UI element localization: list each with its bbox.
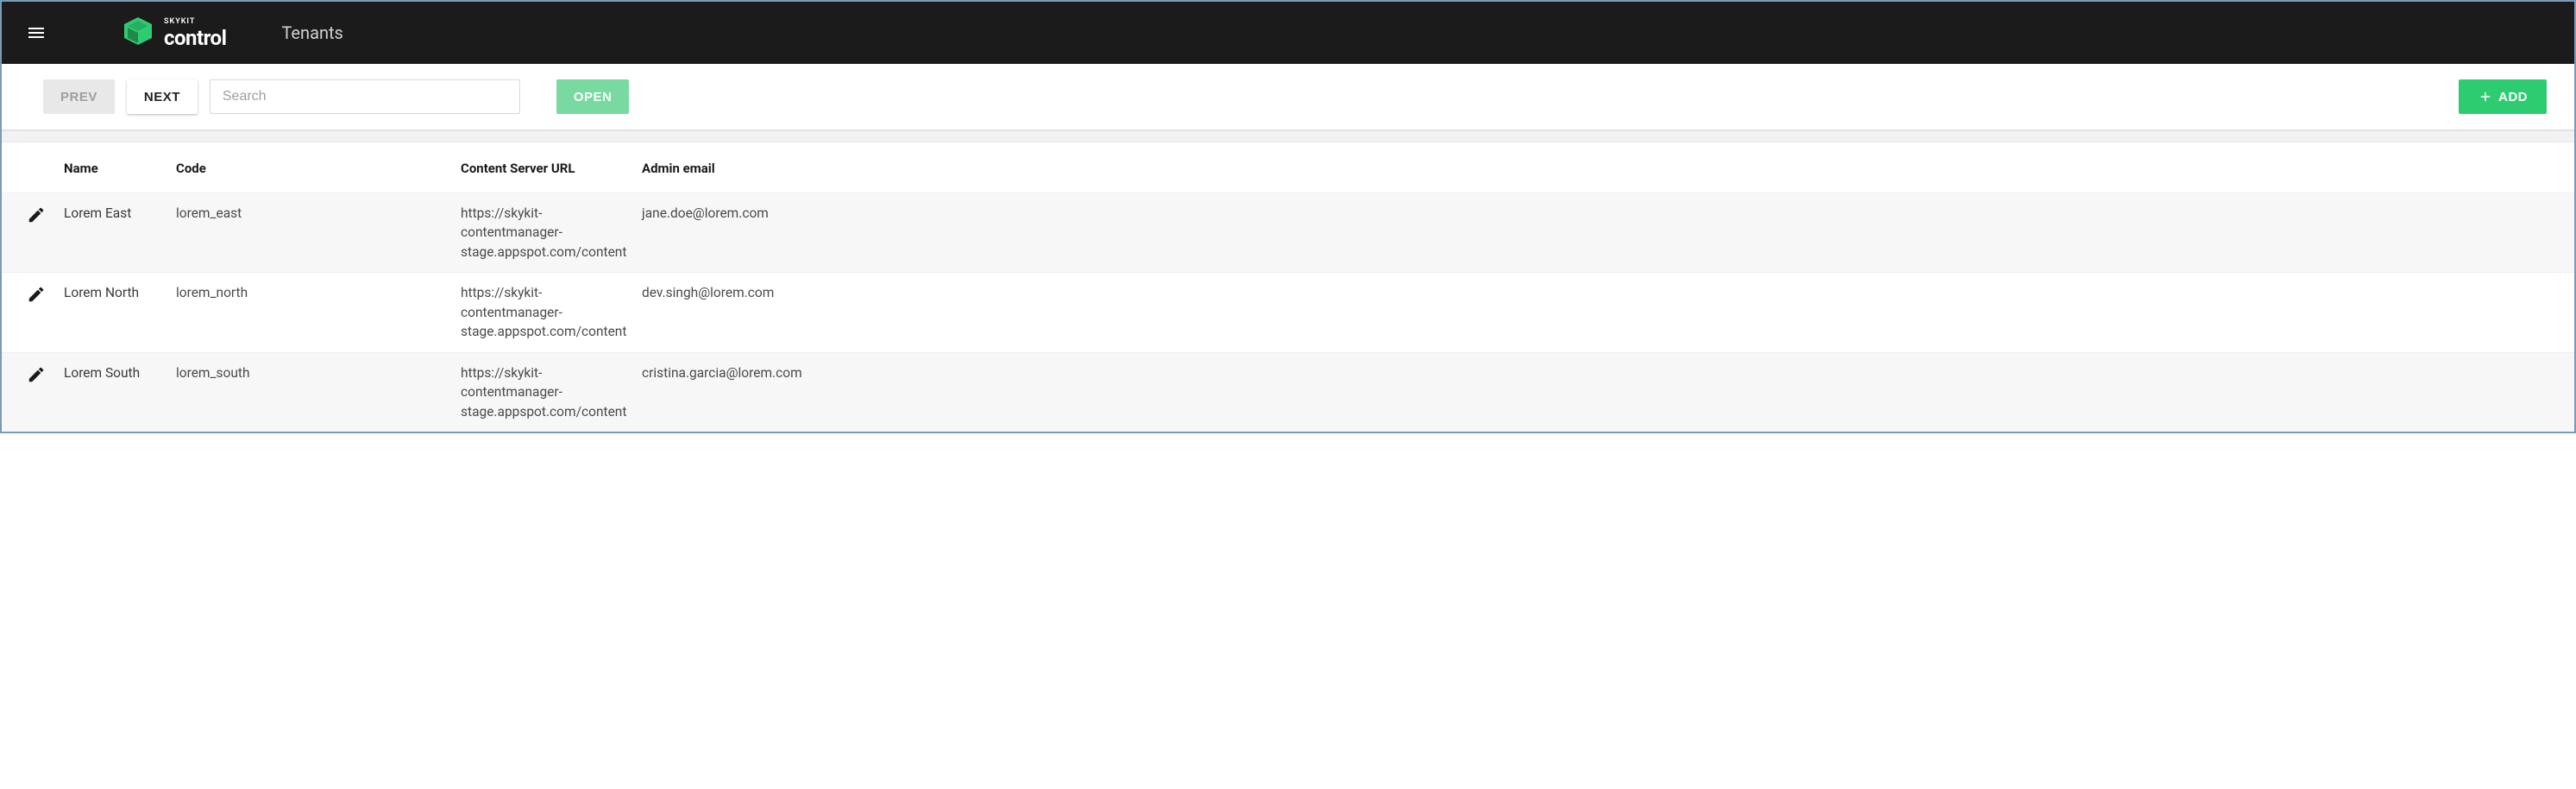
header-edit [9,160,64,161]
cell-url: https://skykit-contentmanager-stage.apps… [461,363,642,421]
pencil-icon [27,285,46,304]
edit-button[interactable] [9,363,64,384]
plus-icon [2478,89,2493,104]
logo-icon [121,14,155,52]
open-button[interactable]: OPEN [556,79,630,114]
header-name: Name [64,160,176,179]
cell-email: dev.singh@lorem.com [642,283,2567,302]
cell-name: Lorem South [64,363,176,382]
edit-button[interactable] [9,204,64,224]
hamburger-icon [26,22,47,43]
prev-button: PREV [43,79,115,114]
cell-name: Lorem East [64,204,176,223]
menu-button[interactable] [16,12,57,54]
cell-email: cristina.garcia@lorem.com [642,363,2567,382]
pencil-icon [27,205,46,224]
cell-name: Lorem North [64,283,176,302]
cell-url: https://skykit-contentmanager-stage.apps… [461,204,642,262]
add-button-label: ADD [2498,90,2528,104]
brand-large: control [164,28,226,48]
table-row: Lorem South lorem_south https://skykit-c… [2,352,2574,432]
brand-small: SKYKIT [164,18,226,26]
cell-code: lorem_east [176,204,461,223]
header-code: Code [176,160,461,179]
table-header: Name Code Content Server URL Admin email [2,142,2574,193]
logo[interactable]: SKYKIT control [121,14,226,52]
cell-code: lorem_south [176,363,461,382]
cell-code: lorem_north [176,283,461,302]
tenants-table: Name Code Content Server URL Admin email… [2,142,2574,432]
cell-email: jane.doe@lorem.com [642,204,2567,223]
add-button[interactable]: ADD [2459,79,2547,114]
app-header: SKYKIT control Tenants [2,2,2574,64]
table-divider [2,130,2574,142]
search-input[interactable] [210,79,520,114]
header-email: Admin email [642,160,2567,179]
edit-button[interactable] [9,283,64,304]
header-url: Content Server URL [461,160,642,179]
table-row: Lorem East lorem_east https://skykit-con… [2,193,2574,272]
pencil-icon [27,365,46,384]
cell-url: https://skykit-contentmanager-stage.apps… [461,283,642,341]
logo-text: SKYKIT control [164,18,226,48]
table-row: Lorem North lorem_north https://skykit-c… [2,272,2574,351]
search-wrap [210,79,520,114]
toolbar: PREV NEXT OPEN ADD [2,64,2574,130]
page-title: Tenants [281,22,342,43]
next-button[interactable]: NEXT [127,79,198,114]
